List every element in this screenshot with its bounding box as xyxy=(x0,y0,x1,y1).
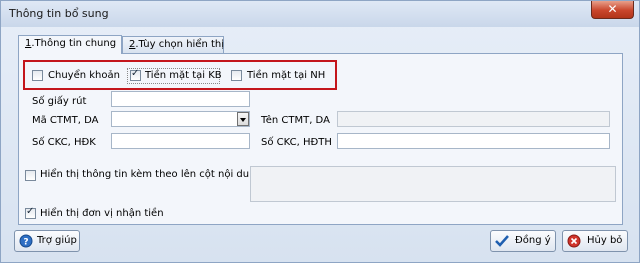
checkmark-icon xyxy=(495,235,509,247)
checkbox-cash-nh[interactable] xyxy=(231,70,242,81)
cancel-icon xyxy=(567,234,581,248)
cancel-button[interactable]: Hủy bỏ xyxy=(562,230,628,252)
svg-text:?: ? xyxy=(23,238,28,248)
close-icon: ✕ xyxy=(607,2,618,16)
label-recipient-unit: Hiển thị đơn vị nhận tiền xyxy=(40,208,164,219)
dialog-window: Thông tin bổ sung ✕ 1.Thông tin chung 2.… xyxy=(0,0,640,263)
label-cash-kb: Tiền mặt tại KB xyxy=(145,70,222,81)
label-transfer: Chuyển khoản xyxy=(48,70,120,81)
so-ckc-hdk-input[interactable] xyxy=(111,133,250,149)
close-button[interactable]: ✕ xyxy=(591,1,634,19)
so-ckc-hdth-input[interactable] xyxy=(337,133,610,149)
ma-ctmt-select[interactable] xyxy=(111,111,250,127)
window-title: Thông tin bổ sung xyxy=(9,7,109,20)
ten-ctmt-input xyxy=(337,111,610,127)
help-icon: ? xyxy=(19,234,33,248)
label-ten-ctmt: Tên CTMT, DA xyxy=(261,115,330,126)
chevron-down-icon[interactable] xyxy=(237,112,249,126)
checkbox-recipient-unit[interactable] xyxy=(25,206,36,219)
cancel-label: Hủy bỏ xyxy=(587,235,623,246)
label-so-ckc-hdk: Số CKC, HĐK xyxy=(32,137,96,148)
ok-button[interactable]: Đồng ý xyxy=(490,230,556,252)
label-ma-ctmt: Mã CTMT, DA xyxy=(32,115,99,126)
label-attach-info: Hiển thị thông tin kèm theo lên cột nội … xyxy=(40,169,262,180)
help-button[interactable]: ? Trợ giúp xyxy=(14,230,80,252)
title-bar: Thông tin bổ sung ✕ xyxy=(1,1,639,27)
help-label: Trợ giúp xyxy=(37,235,77,246)
checkbox-attach-info[interactable] xyxy=(25,170,36,181)
label-so-giay-rut: Số giấy rút xyxy=(32,96,87,107)
so-giay-rut-input[interactable] xyxy=(111,91,250,107)
tab-display-options[interactable]: 2.Tùy chọn hiển thị xyxy=(122,36,224,53)
tab-general-info[interactable]: 1.Thông tin chung xyxy=(18,35,122,54)
tab-label: .Thông tin chung xyxy=(31,38,117,49)
checkbox-transfer[interactable] xyxy=(32,70,43,81)
tab-label: .Tùy chọn hiển thị xyxy=(135,39,225,50)
label-so-ckc-hdth: Số CKC, HĐTH xyxy=(261,137,332,148)
label-cash-nh: Tiền mặt tại NH xyxy=(247,70,326,81)
attach-info-textarea xyxy=(250,166,616,202)
ok-label: Đồng ý xyxy=(515,235,551,246)
